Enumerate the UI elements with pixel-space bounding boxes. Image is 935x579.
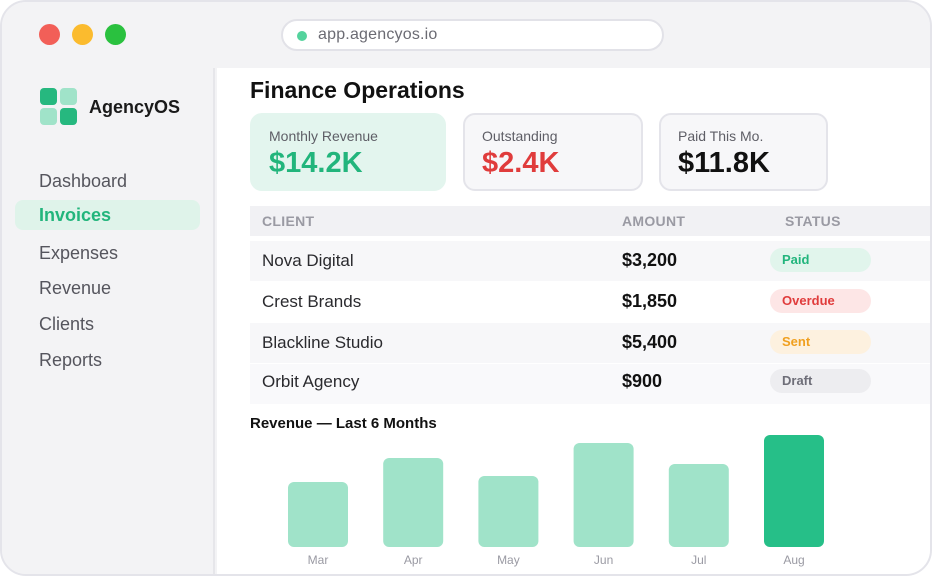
sidebar-item-invoices[interactable]: Invoices: [15, 200, 200, 230]
minimize-window-button[interactable]: [72, 24, 93, 45]
x-tick-label: Apr: [404, 553, 423, 567]
column-header-status[interactable]: STATUS: [785, 213, 841, 229]
bar-apr[interactable]: [383, 458, 444, 547]
bar-mar[interactable]: [288, 482, 348, 547]
invoices-table: CLIENT AMOUNT STATUS Nova Digital $3,200…: [250, 206, 930, 404]
x-tick-label: Jun: [594, 553, 613, 567]
title-bar: app.agencyos.io: [2, 2, 930, 68]
bar-may[interactable]: [478, 476, 539, 547]
invoice-amount: $5,400: [622, 332, 678, 352]
kpi-value: $14.2K: [269, 147, 363, 179]
sidebar: AgencyOS Dashboard Invoices Expenses Rev…: [2, 68, 215, 574]
secure-indicator-icon: [297, 31, 307, 41]
close-window-button[interactable]: [39, 24, 60, 45]
x-tick-label: Aug: [783, 553, 804, 567]
main-content: Finance Operations Monthly Revenue $14.2…: [217, 68, 930, 574]
sidebar-item-reports[interactable]: Reports: [15, 345, 200, 375]
kpi-card-paid-this-month[interactable]: Paid This Mo. $11.8K: [659, 113, 828, 191]
column-header-client[interactable]: CLIENT: [262, 213, 314, 229]
x-tick-label: Jul: [691, 553, 706, 567]
table-row[interactable]: Orbit Agency $900 Draft: [250, 364, 930, 404]
client-name: Nova Digital: [262, 251, 354, 270]
invoice-amount: $1,850: [622, 291, 678, 311]
table-row[interactable]: Crest Brands $1,850 Overdue: [250, 282, 930, 322]
kpi-card-monthly-revenue[interactable]: Monthly Revenue $14.2K: [250, 113, 446, 191]
kpi-label: Paid This Mo.: [678, 128, 764, 144]
column-header-amount[interactable]: AMOUNT: [622, 213, 685, 229]
client-name: Crest Brands: [262, 292, 362, 311]
status-badge: Draft: [770, 369, 871, 393]
maximize-window-button[interactable]: [105, 24, 126, 45]
kpi-label: Outstanding: [482, 128, 558, 144]
bar-aug[interactable]: [764, 435, 824, 547]
sidebar-item-revenue[interactable]: Revenue: [15, 273, 200, 303]
table-row[interactable]: Nova Digital $3,200 Paid: [250, 241, 930, 281]
client-name: Orbit Agency: [262, 372, 360, 391]
status-badge: Overdue: [770, 289, 871, 313]
kpi-value: $2.4K: [482, 147, 560, 179]
page-title: Finance Operations: [250, 77, 465, 103]
browser-window: app.agencyos.io AgencyOS Dashboard Invoi…: [0, 0, 932, 576]
kpi-label: Monthly Revenue: [269, 128, 378, 144]
kpi-value: $11.8K: [678, 147, 770, 179]
bar-jul[interactable]: [668, 464, 729, 547]
invoice-amount: $3,200: [622, 250, 678, 270]
sidebar-item-expenses[interactable]: Expenses: [15, 238, 200, 268]
bar-jun[interactable]: [573, 443, 634, 547]
kpi-card-outstanding[interactable]: Outstanding $2.4K: [463, 113, 643, 191]
x-tick-label: May: [497, 553, 520, 567]
table-row[interactable]: Blackline Studio $5,400 Sent: [250, 323, 930, 363]
brand-name: AgencyOS: [89, 97, 181, 117]
x-tick-label: Mar: [308, 553, 329, 567]
table-header: CLIENT AMOUNT STATUS: [250, 206, 930, 236]
sidebar-item-dashboard[interactable]: Dashboard: [15, 166, 200, 196]
address-bar[interactable]: app.agencyos.io: [281, 19, 664, 51]
revenue-bar-chart: Mar Apr May Jun Jul Aug: [288, 435, 824, 567]
agencyos-logo-icon: [40, 88, 80, 128]
invoice-amount: $900: [622, 371, 663, 391]
client-name: Blackline Studio: [262, 333, 383, 352]
status-badge: Sent: [770, 330, 871, 354]
sidebar-item-clients[interactable]: Clients: [15, 309, 200, 339]
status-badge: Paid: [770, 248, 871, 272]
url-text: app.agencyos.io: [318, 26, 438, 43]
